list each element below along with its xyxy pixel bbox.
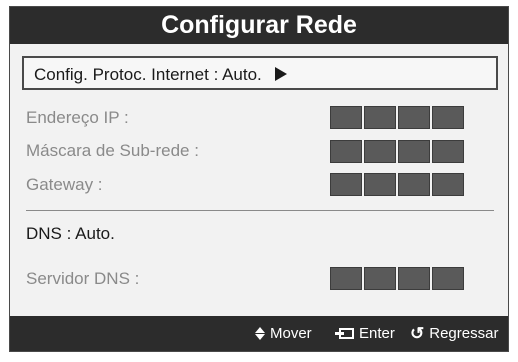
help-bar: Mover Enter ↺ Regressar xyxy=(10,316,508,351)
enter-hint: Enter xyxy=(335,325,395,342)
subnet-mask-octet-3 xyxy=(398,140,430,163)
back-hint-label: Regressar xyxy=(429,325,499,342)
divider xyxy=(26,210,494,211)
dns-label: DNS xyxy=(26,224,62,243)
subnet-mask-field xyxy=(330,140,464,163)
dns-server-octet-1 xyxy=(330,267,362,290)
dns-setting[interactable]: DNS : Auto. xyxy=(26,224,115,244)
dialog-title: Configurar Rede xyxy=(10,7,508,44)
gateway-label: Gateway : xyxy=(26,175,103,194)
subnet-mask-octet-1 xyxy=(330,140,362,163)
back-hint: ↺ Regressar xyxy=(410,325,498,342)
ip-address-field xyxy=(330,106,464,129)
dns-server-octet-4 xyxy=(432,267,464,290)
dns-server-octet-3 xyxy=(398,267,430,290)
network-settings-dialog: Configurar Rede Config. Protoc. Internet… xyxy=(9,6,509,352)
gateway-octet-3 xyxy=(398,173,430,196)
dns-server-octet-2 xyxy=(364,267,396,290)
gateway-octet-4 xyxy=(432,173,464,196)
subnet-mask-octet-4 xyxy=(432,140,464,163)
up-down-arrow-icon xyxy=(255,327,265,340)
dns-server-label: Servidor DNS : xyxy=(26,269,140,288)
ip-address-label: Endereço IP : xyxy=(26,108,129,127)
move-hint: Mover xyxy=(255,325,312,342)
gateway-octet-1 xyxy=(330,173,362,196)
gateway-field xyxy=(330,173,464,196)
enter-hint-label: Enter xyxy=(359,325,395,342)
internet-protocol-setting-row[interactable]: Config. Protoc. Internet : Auto. xyxy=(22,56,498,90)
ip-address-octet-4 xyxy=(432,106,464,129)
internet-protocol-value: : Auto. xyxy=(213,65,262,84)
ip-address-octet-3 xyxy=(398,106,430,129)
dns-value: : Auto. xyxy=(66,224,115,243)
internet-protocol-label: Config. Protoc. Internet xyxy=(34,65,209,84)
subnet-mask-label: Máscara de Sub-rede : xyxy=(26,141,199,160)
return-icon: ↺ xyxy=(410,324,425,343)
dns-server-field xyxy=(330,267,464,290)
ip-address-octet-2 xyxy=(364,106,396,129)
move-hint-label: Mover xyxy=(270,325,312,342)
ip-address-octet-1 xyxy=(330,106,362,129)
internet-protocol-setting[interactable]: Config. Protoc. Internet : Auto. xyxy=(34,65,287,85)
enter-icon xyxy=(335,328,354,339)
gateway-octet-2 xyxy=(364,173,396,196)
right-arrow-icon xyxy=(274,67,287,81)
subnet-mask-octet-2 xyxy=(364,140,396,163)
